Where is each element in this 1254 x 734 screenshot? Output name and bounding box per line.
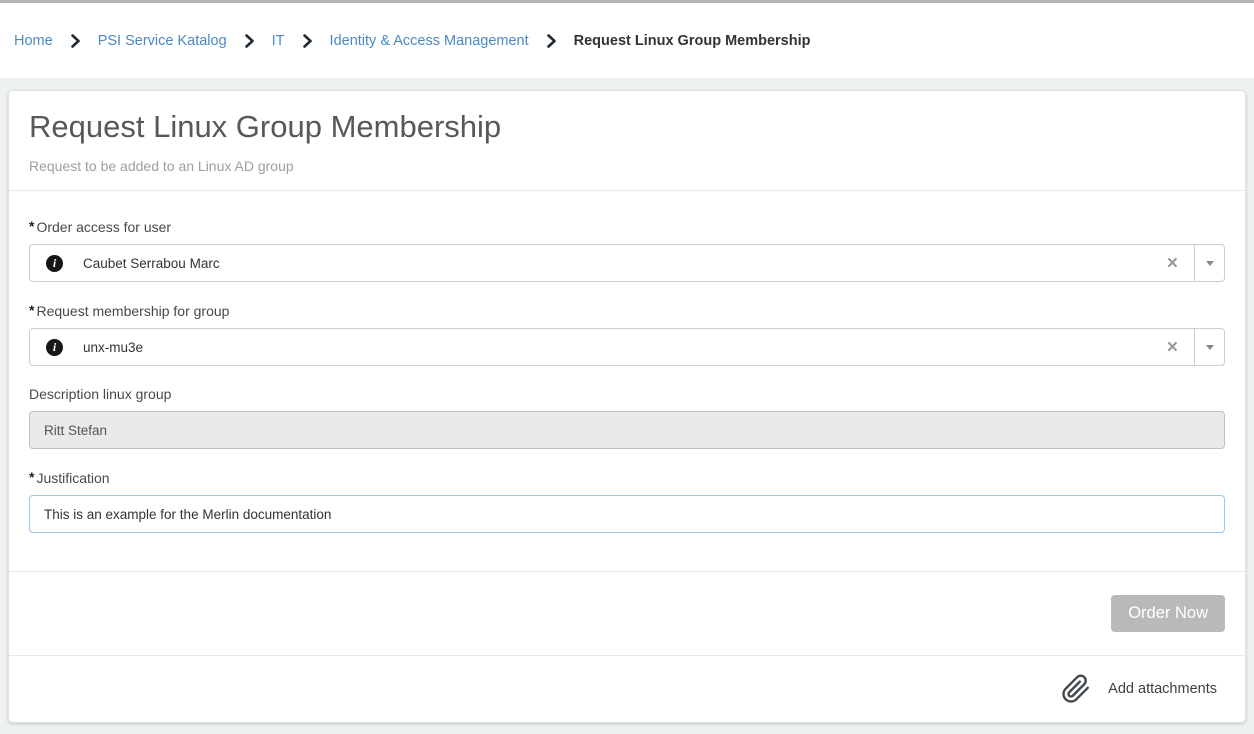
field-label: *Justification xyxy=(29,469,1225,486)
justification-value: This is an example for the Merlin docume… xyxy=(44,507,331,522)
caret-down-icon xyxy=(1206,345,1214,350)
field-label-text: Request membership for group xyxy=(36,303,229,319)
user-combobox-value-area[interactable]: i Caubet Serrabou Marc × xyxy=(30,245,1194,281)
group-combobox[interactable]: i unx-mu3e × xyxy=(29,328,1225,366)
chevron-right-icon xyxy=(302,34,313,48)
user-combobox-dropdown-button[interactable] xyxy=(1194,245,1224,281)
field-justification: *Justification This is an example for th… xyxy=(29,469,1225,533)
breadcrumb-current-page: Request Linux Group Membership xyxy=(574,33,811,49)
chevron-right-icon xyxy=(546,34,557,48)
breadcrumb-psi-service-katalog[interactable]: PSI Service Katalog xyxy=(98,33,227,49)
field-description-linux-group: Description linux group Ritt Stefan xyxy=(29,386,1225,449)
card-header: Request Linux Group Membership Request t… xyxy=(9,91,1245,191)
clear-icon[interactable]: × xyxy=(1163,254,1182,273)
page-title: Request Linux Group Membership xyxy=(29,109,1225,145)
description-linux-group-value: Ritt Stefan xyxy=(44,423,107,438)
breadcrumb-home[interactable]: Home xyxy=(14,33,53,49)
info-circle-icon: i xyxy=(46,255,63,272)
field-label-text: Description linux group xyxy=(29,386,171,402)
paperclip-icon[interactable] xyxy=(1061,674,1091,704)
breadcrumb-identity-access-management[interactable]: Identity & Access Management xyxy=(330,33,529,49)
required-marker: * xyxy=(29,218,34,234)
chevron-right-icon xyxy=(70,34,81,48)
user-combobox[interactable]: i Caubet Serrabou Marc × xyxy=(29,244,1225,282)
chevron-right-icon xyxy=(244,34,255,48)
field-label: *Order access for user xyxy=(29,218,1225,235)
add-attachments-label[interactable]: Add attachments xyxy=(1108,681,1217,697)
field-label-text: Justification xyxy=(36,470,109,486)
required-marker: * xyxy=(29,469,34,485)
page-subtitle: Request to be added to an Linux AD group xyxy=(29,158,1225,174)
justification-input[interactable]: This is an example for the Merlin docume… xyxy=(29,495,1225,533)
breadcrumb-it[interactable]: IT xyxy=(272,33,285,49)
group-combobox-value-area[interactable]: i unx-mu3e × xyxy=(30,329,1194,365)
request-form-card: Request Linux Group Membership Request t… xyxy=(8,90,1246,723)
field-request-membership-for-group: *Request membership for group i unx-mu3e… xyxy=(29,302,1225,366)
attachments-section: Add attachments xyxy=(9,656,1245,722)
field-label: Description linux group xyxy=(29,386,1225,402)
order-now-button[interactable]: Order Now xyxy=(1111,595,1225,632)
group-combobox-dropdown-button[interactable] xyxy=(1194,329,1224,365)
actions-section: Order Now xyxy=(9,572,1245,656)
field-order-access-for-user: *Order access for user i Caubet Serrabou… xyxy=(29,218,1225,282)
description-linux-group-input: Ritt Stefan xyxy=(29,411,1225,449)
required-marker: * xyxy=(29,302,34,318)
clear-icon[interactable]: × xyxy=(1163,338,1182,357)
field-label: *Request membership for group xyxy=(29,302,1225,319)
user-combobox-selected-value: Caubet Serrabou Marc xyxy=(83,256,1163,271)
caret-down-icon xyxy=(1206,261,1214,266)
field-label-text: Order access for user xyxy=(36,219,171,235)
form-section: *Order access for user i Caubet Serrabou… xyxy=(9,191,1245,572)
group-combobox-selected-value: unx-mu3e xyxy=(83,340,1163,355)
info-circle-icon: i xyxy=(46,339,63,356)
breadcrumb-bar: Home PSI Service Katalog IT Identity & A… xyxy=(0,3,1254,78)
breadcrumb: Home PSI Service Katalog IT Identity & A… xyxy=(14,33,810,49)
